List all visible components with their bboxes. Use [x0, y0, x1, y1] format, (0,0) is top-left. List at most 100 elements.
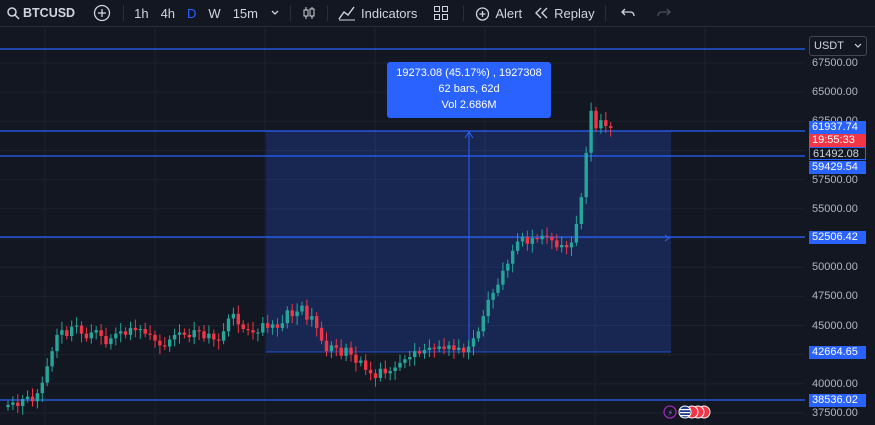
- candle-body: [217, 339, 221, 341]
- top-toolbar: BTCUSD 1h 4h D W 15m Indicators Alert Re…: [0, 0, 875, 27]
- undo-button[interactable]: [610, 0, 646, 26]
- candle-body: [177, 332, 182, 335]
- symbol-search[interactable]: BTCUSD: [0, 0, 81, 26]
- candle-body: [334, 345, 338, 348]
- interval-dropdown[interactable]: [264, 0, 286, 26]
- candle-body: [457, 347, 461, 350]
- candle-body: [324, 340, 329, 352]
- interval-1h[interactable]: 1h: [128, 0, 154, 26]
- candle-body: [6, 404, 10, 408]
- candle-body: [545, 235, 549, 237]
- candle-body: [290, 310, 294, 317]
- redo-button[interactable]: [646, 0, 682, 26]
- price-tick: 45000.00: [812, 319, 858, 332]
- candle-body: [417, 351, 422, 354]
- candle-body: [148, 333, 152, 335]
- candle-body: [388, 371, 392, 374]
- currency-label: USDT: [814, 40, 844, 52]
- symbol-name: BTCUSD: [23, 6, 76, 20]
- price-tick: 40000.00: [812, 377, 858, 390]
- candle-body: [30, 396, 35, 402]
- currency-selector[interactable]: USDT: [809, 36, 867, 56]
- candle-body: [579, 197, 583, 224]
- level-label-38536: 38536.02: [809, 394, 866, 407]
- candle-body: [295, 311, 299, 317]
- candle-body: [373, 373, 378, 378]
- candle-body: [158, 340, 162, 346]
- chart-type-button[interactable]: [295, 0, 323, 26]
- alarm-clock-icon: [476, 6, 490, 21]
- candle-body: [310, 316, 314, 320]
- replay-button[interactable]: Replay: [528, 0, 600, 26]
- candle-body: [398, 362, 402, 368]
- candle-body: [251, 330, 255, 333]
- search-icon: [7, 7, 20, 20]
- compare-symbol-button[interactable]: [81, 0, 119, 26]
- price-tick: 65000.00: [812, 86, 858, 99]
- candle-body: [520, 236, 525, 242]
- candle-body: [207, 333, 211, 339]
- candle-body: [604, 120, 608, 126]
- interval-4h[interactable]: 4h: [155, 0, 181, 26]
- candle-body: [442, 346, 446, 349]
- candle-body: [496, 284, 500, 293]
- candle-body: [466, 346, 471, 353]
- candle-body: [202, 331, 206, 339]
- interval-15m[interactable]: 15m: [227, 0, 264, 26]
- level-label-61492: 61492.08: [809, 147, 866, 160]
- divider: [290, 5, 291, 21]
- candle-body: [408, 357, 412, 360]
- candle-body: [403, 359, 407, 363]
- candle-body: [530, 238, 534, 244]
- candle-body: [246, 329, 250, 331]
- grid-layout-icon: [434, 6, 449, 20]
- candle-body: [280, 323, 285, 328]
- layouts-button[interactable]: [423, 0, 459, 26]
- candle-body: [187, 334, 191, 338]
- measure-change: 19273.08 (45.17%) , 1927308: [396, 67, 542, 79]
- candle-body: [221, 331, 226, 341]
- candle-body: [339, 347, 343, 356]
- candle-body: [123, 331, 128, 335]
- divider: [327, 5, 328, 21]
- candle-body: [182, 332, 187, 335]
- candle-body: [560, 245, 564, 248]
- candle-body: [212, 333, 216, 340]
- candle-body: [192, 330, 196, 338]
- candle-body: [74, 325, 79, 327]
- candle-body: [462, 347, 466, 353]
- candle-body: [21, 399, 25, 406]
- candle-body: [226, 318, 231, 332]
- price-tick: 47500.00: [812, 290, 858, 303]
- chevron-down-icon: [854, 43, 862, 48]
- candle-body: [609, 126, 613, 128]
- candle-body: [50, 351, 54, 367]
- candle-body: [261, 323, 265, 333]
- candle-body: [25, 396, 30, 399]
- candle-body: [133, 327, 138, 331]
- candle-body: [364, 360, 368, 370]
- candle-body: [114, 333, 118, 339]
- candle-body: [555, 240, 559, 248]
- divider: [123, 5, 125, 21]
- event-icons[interactable]: ⚡: [663, 405, 711, 419]
- indicators-label: Indicators: [361, 5, 418, 21]
- candle-body: [564, 245, 569, 248]
- candle-body: [35, 393, 40, 402]
- candle-body: [94, 330, 98, 333]
- candle-body: [550, 236, 554, 241]
- candle-body: [143, 329, 147, 334]
- candle-body: [594, 110, 598, 129]
- candle-body: [104, 336, 108, 345]
- candle-body: [349, 347, 353, 355]
- candle-body: [476, 331, 481, 339]
- candle-body: [275, 324, 280, 328]
- candle-body: [574, 224, 579, 243]
- measure-bars: 62 bars, 62d: [438, 83, 500, 95]
- candle-body: [89, 332, 93, 339]
- interval-d[interactable]: D: [181, 0, 202, 26]
- indicators-button[interactable]: Indicators: [332, 0, 423, 26]
- candle-body: [168, 339, 172, 347]
- alert-button[interactable]: Alert: [468, 0, 528, 26]
- interval-w[interactable]: W: [202, 0, 226, 26]
